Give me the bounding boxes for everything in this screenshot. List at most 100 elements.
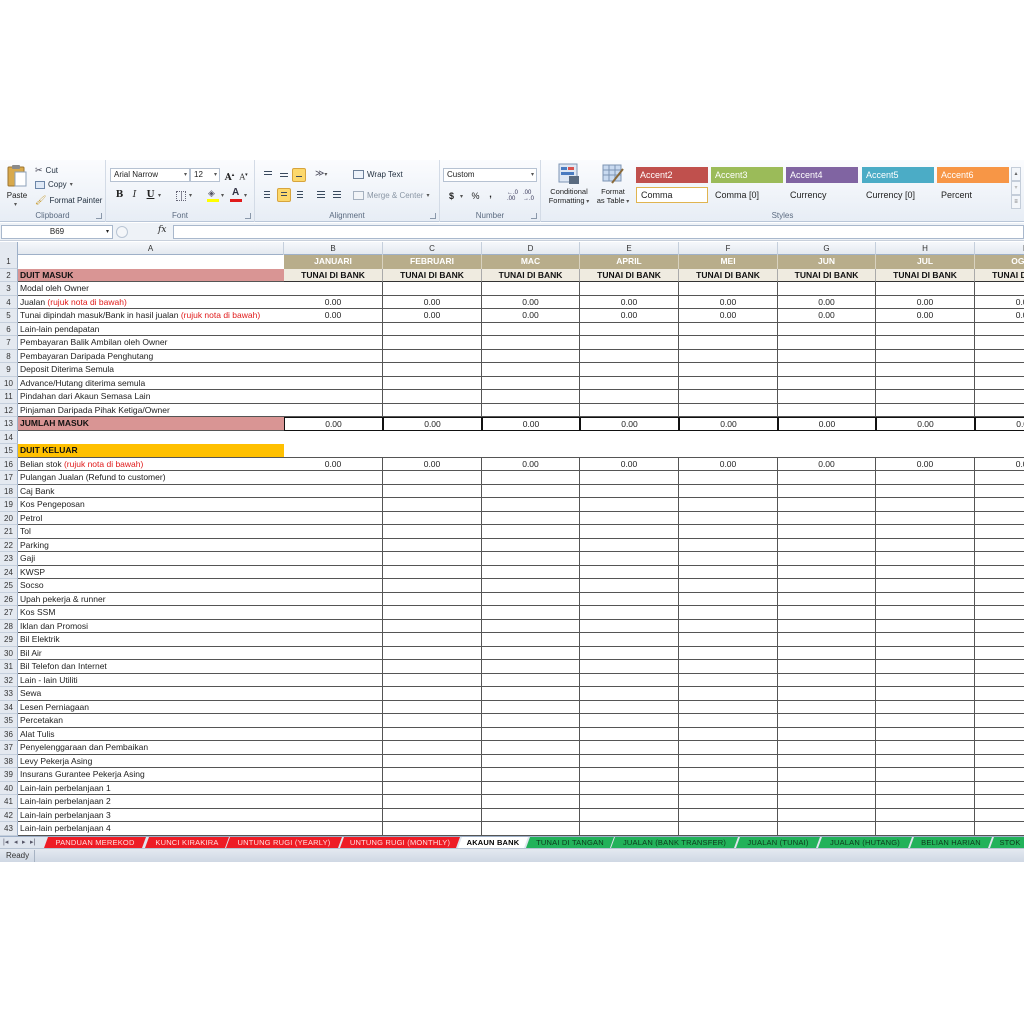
cell-value[interactable] [876, 471, 975, 485]
cell-value[interactable] [383, 687, 482, 701]
row-header[interactable]: 35 [0, 714, 18, 728]
cell-value[interactable] [580, 768, 679, 782]
row-header[interactable]: 23 [0, 552, 18, 566]
cell-value[interactable] [482, 700, 580, 714]
cell-value[interactable] [679, 390, 778, 404]
row-header[interactable]: 31 [0, 660, 18, 674]
cell-value[interactable] [383, 781, 482, 795]
cell-value[interactable] [580, 808, 679, 822]
cell-value[interactable]: 0.00 [778, 295, 876, 309]
cell-empty[interactable] [383, 431, 482, 445]
cell-value[interactable] [580, 619, 679, 633]
cell-empty[interactable] [580, 444, 679, 458]
row-header[interactable]: 2 [0, 268, 18, 282]
bottom-align-button[interactable] [292, 168, 306, 182]
cell-value[interactable] [284, 808, 383, 822]
cell-value[interactable] [876, 403, 975, 417]
cell-value[interactable] [679, 579, 778, 593]
cell-value[interactable] [580, 822, 679, 836]
cell-value[interactable] [778, 525, 876, 539]
cell-value[interactable] [679, 592, 778, 606]
cell-value[interactable] [482, 349, 580, 363]
cell-value[interactable] [284, 322, 383, 336]
cell-value[interactable] [975, 323, 1024, 336]
cell-value[interactable] [383, 592, 482, 606]
cell-value[interactable] [482, 606, 580, 620]
cell-value[interactable] [679, 565, 778, 579]
cell-value[interactable] [778, 727, 876, 741]
shrink-font-button[interactable]: A▾ [237, 169, 250, 182]
cell-value[interactable] [284, 336, 383, 350]
align-left-button[interactable] [261, 188, 275, 202]
sub-header[interactable]: TUNAI DI BANK [876, 268, 975, 282]
cell-value[interactable] [383, 754, 482, 768]
percent-button[interactable]: % [469, 190, 482, 203]
cell-value[interactable] [482, 390, 580, 404]
cell-value[interactable] [975, 809, 1024, 822]
cell-value[interactable] [284, 660, 383, 674]
cell-value[interactable] [778, 511, 876, 525]
cell-value[interactable] [482, 808, 580, 822]
cell-label[interactable]: JUMLAH MASUK [18, 417, 284, 431]
cell-style-currency-0[interactable]: Currency [0] [862, 187, 934, 203]
cell-value[interactable] [482, 741, 580, 755]
cell-value[interactable] [482, 714, 580, 728]
cell-value[interactable]: 0.00 [778, 309, 876, 323]
cell-value[interactable] [876, 660, 975, 674]
cell-empty[interactable] [679, 431, 778, 445]
sub-header[interactable]: TUNAI DI BANK [383, 268, 482, 282]
cell-value[interactable] [284, 579, 383, 593]
cell-empty[interactable] [284, 431, 383, 445]
cell-value[interactable] [482, 511, 580, 525]
cell-value[interactable] [876, 754, 975, 768]
cell-value[interactable] [778, 538, 876, 552]
cell-value[interactable] [679, 687, 778, 701]
row-header[interactable]: 6 [0, 322, 18, 336]
cell-value[interactable]: 0.00 [876, 417, 975, 431]
cell-value[interactable] [778, 714, 876, 728]
cell-value[interactable] [284, 795, 383, 809]
cell-label[interactable]: Socso [18, 579, 284, 593]
cell-value[interactable] [975, 647, 1024, 660]
cell-value[interactable] [580, 336, 679, 350]
cell-value[interactable] [482, 376, 580, 390]
cell-value[interactable] [778, 282, 876, 296]
cell-value[interactable] [580, 700, 679, 714]
cell-value[interactable] [876, 538, 975, 552]
cell-value[interactable] [284, 633, 383, 647]
cell-value[interactable] [679, 673, 778, 687]
month-header[interactable]: MAC [482, 255, 580, 269]
cell-value[interactable] [778, 376, 876, 390]
cell-empty[interactable] [778, 444, 876, 458]
cell-value[interactable] [482, 525, 580, 539]
cell-value[interactable] [284, 376, 383, 390]
cell-value[interactable] [679, 741, 778, 755]
cell-value[interactable] [778, 808, 876, 822]
cell-value[interactable] [482, 538, 580, 552]
cell-value[interactable] [679, 606, 778, 620]
cell-value[interactable] [975, 633, 1024, 647]
cell-value[interactable] [975, 768, 1024, 782]
cell-value[interactable] [778, 322, 876, 336]
cell-value[interactable] [679, 619, 778, 633]
cell-value[interactable] [679, 484, 778, 498]
cell-value[interactable]: 0.00 [679, 309, 778, 323]
cell-value[interactable] [975, 498, 1024, 512]
cell-value[interactable] [580, 660, 679, 674]
cell-label[interactable]: DUIT MASUK [18, 268, 284, 282]
cell-empty[interactable] [482, 444, 580, 458]
column-header-b[interactable]: B [284, 242, 383, 255]
cell-value[interactable] [284, 363, 383, 377]
cell-value[interactable] [284, 471, 383, 485]
month-header[interactable]: JANUARI [284, 255, 383, 269]
cell-label[interactable]: Levy Pekerja Asing [18, 755, 284, 768]
row-header[interactable]: 13 [0, 417, 18, 431]
row-header[interactable]: 16 [0, 457, 18, 471]
row-header[interactable]: 34 [0, 700, 18, 714]
cell-value[interactable] [580, 552, 679, 566]
cell-value[interactable] [482, 768, 580, 782]
cell-value[interactable] [482, 552, 580, 566]
row-header[interactable]: 41 [0, 795, 18, 809]
cell-value[interactable] [383, 768, 482, 782]
cell-value[interactable] [778, 795, 876, 809]
